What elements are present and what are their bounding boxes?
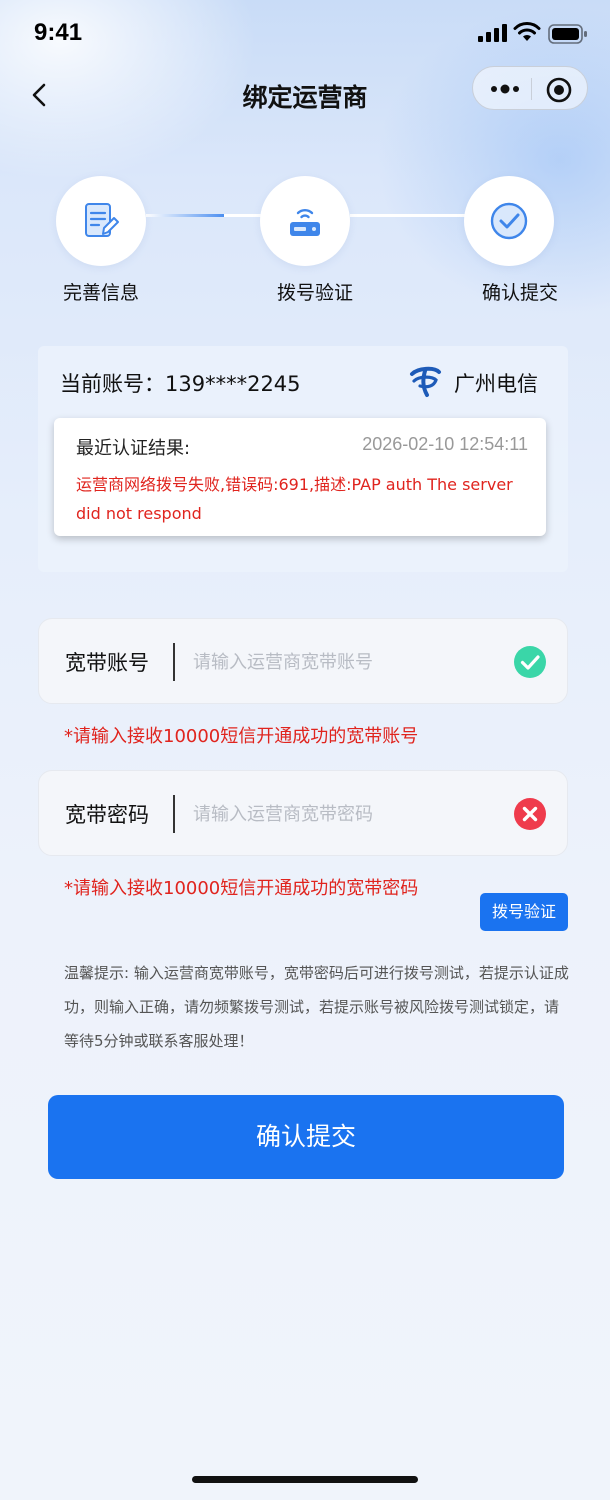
- broadband-account-label: 宽带账号: [65, 651, 149, 675]
- auth-result-time: 2026-02-10 12:54:11: [362, 434, 528, 454]
- step-connector-2: [350, 214, 466, 217]
- broadband-password-input[interactable]: [193, 797, 493, 831]
- broadband-password-hint: *请输入接收10000短信开通成功的宽带密码: [64, 878, 419, 899]
- battery-icon: [548, 24, 587, 44]
- auth-result-message: 运营商网络拨号失败,错误码:691,描述:PAP auth The server…: [76, 475, 513, 523]
- broadband-password-label: 宽带密码: [65, 803, 149, 827]
- broadband-account-hint: *请输入接收10000短信开通成功的宽带账号: [64, 726, 419, 747]
- broadband-account-field: 宽带账号: [38, 618, 568, 704]
- confirm-submit-button[interactable]: 确认提交: [48, 1095, 564, 1179]
- step-1-circle: [56, 176, 146, 266]
- isp-name: 广州电信: [454, 372, 538, 396]
- step-3-circle: [464, 176, 554, 266]
- more-options-icon[interactable]: [487, 77, 523, 101]
- valid-check-icon: [514, 646, 546, 678]
- status-time: 9:41: [34, 19, 83, 46]
- dial-verify-button[interactable]: 拨号验证: [480, 893, 568, 931]
- invalid-close-icon[interactable]: [513, 797, 547, 831]
- step-2-circle: [260, 176, 350, 266]
- router-icon: [290, 208, 320, 236]
- current-account: 当前账号：139****2245: [60, 372, 301, 396]
- cellular-signal-icon: [478, 24, 507, 42]
- broadband-account-input[interactable]: [193, 645, 493, 679]
- field-divider: [173, 643, 175, 681]
- step-1-label: 完善信息: [62, 282, 139, 304]
- step-connector-1: [224, 214, 264, 217]
- step-connector-1-active: [146, 214, 224, 217]
- broadband-password-field: 宽带密码: [38, 770, 568, 856]
- auth-result-title: 最近认证结果:: [76, 438, 191, 459]
- step-3-label: 确认提交: [481, 282, 558, 304]
- miniprogram-capsule: [472, 66, 588, 110]
- wifi-icon: [513, 22, 541, 41]
- auth-result-box: 最近认证结果: 2026-02-10 12:54:11 运营商网络拨号失败,错误…: [54, 418, 546, 536]
- status-bar: 9:41: [0, 0, 610, 70]
- check-circle-icon: [490, 202, 528, 240]
- account-card: 当前账号：139****2245 广州电信 最近认证结果: 2026-02-10…: [38, 346, 568, 572]
- field-divider: [173, 795, 175, 833]
- tips-text: 温馨提示: 输入运营商宽带账号，宽带密码后可进行拨号测试，若提示认证成功，则输入…: [64, 964, 569, 1050]
- document-edit-icon: [85, 203, 119, 237]
- close-miniprogram-icon[interactable]: [545, 76, 573, 104]
- china-telecom-logo-icon: [410, 366, 441, 397]
- capsule-divider: [531, 78, 532, 100]
- step-2-label: 拨号验证: [276, 282, 353, 304]
- home-indicator[interactable]: [192, 1476, 418, 1483]
